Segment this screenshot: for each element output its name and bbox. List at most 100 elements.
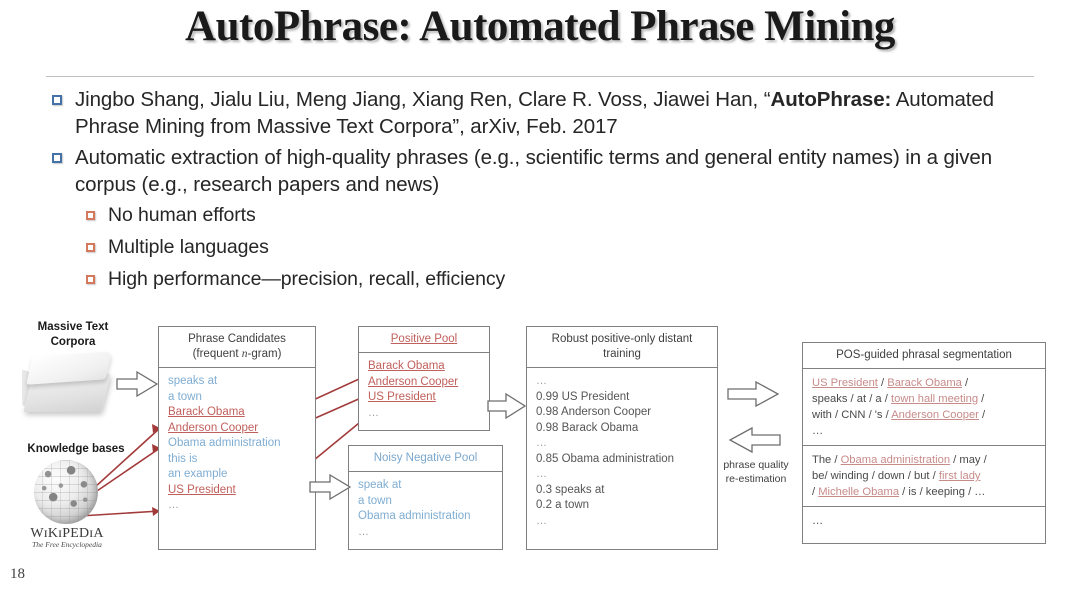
segment-plain: be/ winding / down / but / (812, 470, 939, 482)
phrase-candidates-header-line2-post: -gram) (247, 348, 282, 360)
distant-training-header-line2: training (603, 348, 641, 360)
segmentation-line: … (812, 515, 825, 527)
segment-sep: / may / (950, 454, 987, 466)
segment-phrase: first lady (938, 470, 981, 482)
segmentation-line: with / CNN / 's / Anderson Cooper / (812, 407, 1037, 423)
pipeline-diagram: Massive Text Corpora Knowledge bases WɪK… (0, 318, 1080, 568)
phrase-candidates-list: speaks at a town Barack Obama Anderson C… (159, 368, 315, 518)
noisy-negative-pool-box: Noisy Negative Pool speak at a town Obam… (348, 445, 503, 550)
title-divider (46, 76, 1034, 77)
segment-phrase: Michelle Obama (818, 486, 900, 498)
bullet-text: Jingbo Shang, Jialu Liu, Meng Jiang, Xia… (75, 86, 1042, 140)
bullet-text: Automatic extraction of high-quality phr… (75, 146, 993, 196)
list-item: 0.2 a town (536, 499, 590, 511)
segment-phrase: Barack Obama (887, 377, 962, 389)
arrow-segmentation-to-training (728, 426, 781, 454)
page-number: 18 (10, 566, 25, 582)
list-item: … (368, 406, 380, 419)
segmentation-line: be/ winding / down / but / first lady (812, 468, 1037, 484)
bullet-item-high-performance: High performance—precision, recall, effi… (86, 266, 1042, 292)
segment-phrase: Obama administration (840, 454, 951, 466)
list-item: 0.99 US President (536, 390, 630, 403)
distant-training-header-line1: Robust positive-only distant (551, 333, 693, 345)
feedback-label-line2: re-estimation (725, 473, 787, 485)
segment-phrase: US President (812, 377, 878, 389)
list-item: a town (358, 494, 392, 507)
paper-stack-icon (20, 348, 120, 423)
phrase-candidates-header-line2-pre: (frequent (192, 348, 242, 360)
list-item: … (358, 525, 370, 538)
list-item: 0.3 speaks at (536, 483, 605, 496)
list-item: Anderson Cooper (368, 375, 459, 388)
list-item: 0.85 Obama administration (536, 452, 675, 465)
segmentation-block-3: … (803, 506, 1045, 533)
reference-text-bold: AutoPhrase: (770, 88, 892, 111)
wikipedia-logo-icon: WɪKɪPEDɪA The Free Encyclopedia (22, 460, 112, 552)
arrow-training-to-segmentation (727, 380, 780, 408)
list-item: Obama administration (358, 510, 471, 522)
arrow-pools-to-training (487, 392, 527, 420)
list-item: Obama administration (168, 437, 281, 449)
list-item: this is (168, 452, 198, 465)
bullet-square-icon (52, 153, 62, 163)
corpora-label-line1: Massive Text (37, 321, 109, 333)
segment-plain: / is / keeping / … (899, 486, 986, 498)
segment-sep: / (978, 409, 986, 421)
bullet-item-reference: Jingbo Shang, Jialu Liu, Meng Jiang, Xia… (52, 86, 1042, 140)
positive-pool-box: Positive Pool Barack Obama Anderson Coop… (358, 326, 490, 431)
feedback-label-line1: phrase quality (723, 459, 789, 471)
list-item: Anderson Cooper (168, 421, 259, 434)
bullet-item-extraction: Automatic extraction of high-quality phr… (52, 144, 1042, 198)
list-item: US President (368, 391, 436, 403)
noisy-negative-pool-list: speak at a town Obama administration … (349, 472, 502, 544)
page-title: AutoPhrase: Automated Phrase Mining (185, 3, 895, 50)
bullet-text: No human efforts (108, 204, 256, 226)
segmentation-line: US President / Barack Obama / (812, 375, 1037, 391)
distant-training-list: … 0.99 US President 0.98 Anderson Cooper… (527, 368, 717, 533)
knowledge-bases-label: Knowledge bases (27, 443, 125, 455)
list-item: … (536, 375, 548, 387)
segmentation-line: speaks / at / a / town hall meeting / (812, 391, 1037, 407)
bullet-text: Multiple languages (108, 236, 269, 258)
corpora-label-line2: Corpora (50, 336, 96, 348)
segment-phrase: Anderson Cooper (891, 409, 979, 421)
list-item: … (536, 468, 548, 480)
pos-segmentation-header: POS-guided phrasal segmentation (803, 343, 1045, 369)
arrow-candidates-to-negative-pool (309, 473, 352, 501)
phrase-quality-reestimation-label: phrase quality re-estimation (718, 458, 794, 486)
list-item: a town (168, 390, 202, 403)
list-item: … (536, 437, 548, 449)
list-item: Barack Obama (168, 406, 245, 418)
segment-sep: / (877, 377, 888, 389)
distant-training-header: Robust positive-only distant training (527, 327, 717, 368)
wikipedia-tagline: The Free Encyclopedia (32, 540, 102, 549)
bullet-item-multiple-languages: Multiple languages (86, 234, 1042, 260)
segment-phrase: town hall meeting (890, 393, 979, 405)
positive-pool-header: Positive Pool (359, 327, 489, 353)
segmentation-line: / Michelle Obama / is / keeping / … (812, 484, 1037, 500)
segment-plain: speaks / at / a / (812, 393, 891, 405)
list-item: … (536, 514, 548, 527)
pos-segmentation-box: POS-guided phrasal segmentation US Presi… (802, 342, 1046, 544)
bullet-square-icon (86, 211, 95, 220)
segmentation-block-2: The / Obama administration / may / be/ w… (803, 445, 1045, 506)
segmentation-line: … (812, 425, 825, 437)
phrase-candidates-header-line1: Phrase Candidates (188, 333, 286, 345)
bullet-square-icon (86, 275, 95, 284)
list-item: … (168, 499, 180, 511)
list-item: US President (168, 483, 236, 496)
bullet-text: High performance—precision, recall, effi… (108, 268, 506, 290)
list-item: Barack Obama (368, 360, 445, 372)
bullet-list: Jingbo Shang, Jialu Liu, Meng Jiang, Xia… (52, 86, 1042, 298)
phrase-candidates-box: Phrase Candidates (frequent n-gram) spea… (158, 326, 316, 550)
segmentation-line: The / Obama administration / may / (812, 452, 1037, 468)
arrow-corpora-to-candidates (116, 370, 159, 398)
bullet-square-icon (86, 243, 95, 252)
segment-sep: / (978, 393, 985, 405)
segment-plain: with / CNN / 's / (812, 409, 892, 421)
reference-text-before: Jingbo Shang, Jialu Liu, Meng Jiang, Xia… (75, 88, 771, 111)
segment-sep: / (961, 377, 969, 389)
list-item: an example (168, 468, 228, 480)
list-item: 0.98 Anderson Cooper (536, 406, 652, 418)
bullet-item-no-human-efforts: No human efforts (86, 202, 1042, 228)
